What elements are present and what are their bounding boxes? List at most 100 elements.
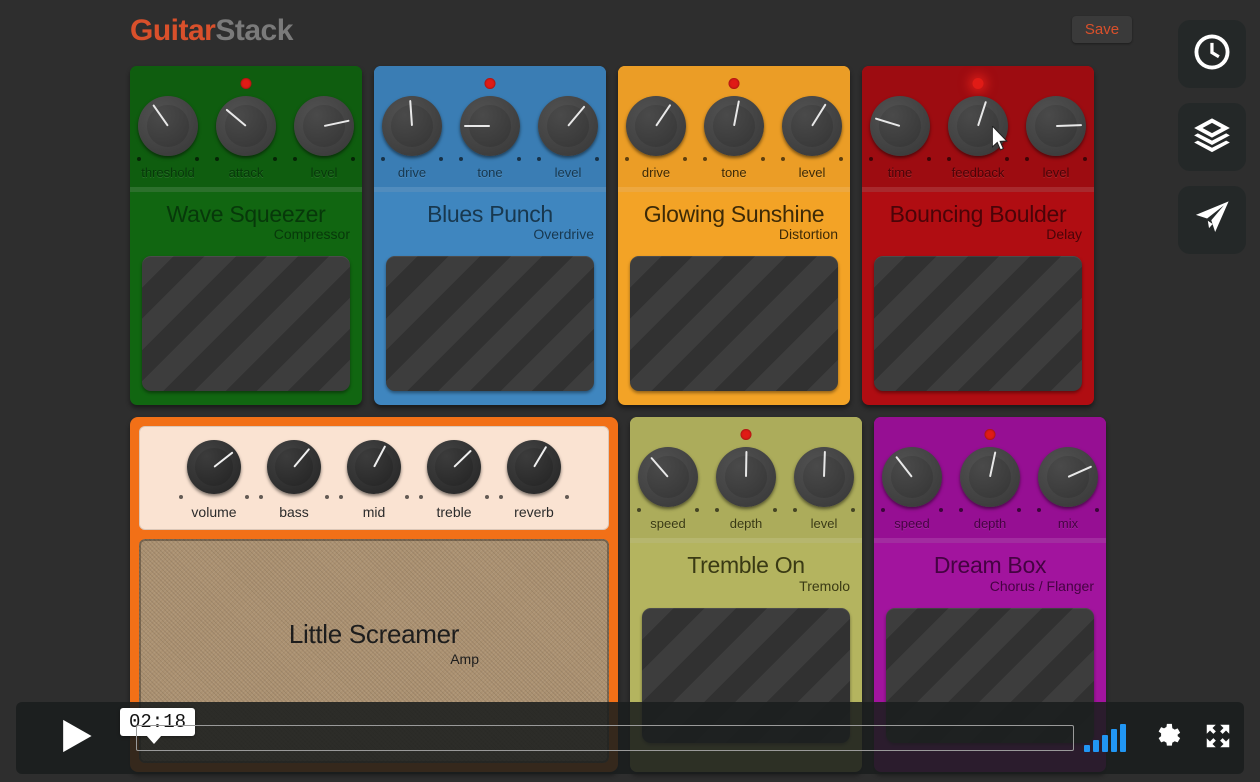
knob-dial[interactable] [427,440,481,494]
knob-depth[interactable]: depth [956,447,1024,531]
progress-scrubber[interactable]: 02:18 [136,702,1074,774]
save-button[interactable]: Save [1072,16,1132,43]
knob-bass[interactable]: bass [256,440,332,520]
pedal-glowing-sunshine[interactable]: drive tone level [618,66,850,405]
knob-label: depth [712,516,780,531]
history-button[interactable] [1178,20,1246,88]
knob-dial[interactable] [382,96,442,156]
knob-level[interactable]: level [778,96,846,180]
knob-depth[interactable]: depth [712,447,780,531]
knob-dial[interactable] [294,96,354,156]
pedal-bouncing-boulder[interactable]: time feedback level [862,66,1094,405]
knob-dial[interactable] [626,96,686,156]
share-button[interactable] [1178,186,1246,254]
fullscreen-icon [1203,721,1233,756]
volume-bar-3[interactable] [1102,735,1108,752]
knob-label: level [790,516,858,531]
knob-dial[interactable] [794,447,854,507]
pedal-body: Bouncing Boulder Delay [862,192,1094,405]
knob-row: speed depth level [630,429,862,531]
settings-button[interactable] [1140,702,1192,774]
knob-mix[interactable]: mix [1034,447,1102,531]
knob-range-dots [256,494,332,502]
volume-bar-1[interactable] [1084,745,1090,752]
knob-range-dots [456,156,524,164]
knob-mid[interactable]: mid [336,440,412,520]
gear-icon [1151,721,1181,756]
volume-control[interactable] [1084,724,1126,752]
knob-threshold[interactable]: threshold [134,96,202,180]
pedal-type: Overdrive [386,226,594,242]
knob-dial[interactable] [782,96,842,156]
knob-reverb[interactable]: reverb [496,440,572,520]
pedal-name: Tremble On [642,553,850,578]
pedal-blues-punch[interactable]: drive tone level [374,66,606,405]
knob-dial[interactable] [716,447,776,507]
pedal-wave-squeezer[interactable]: threshold attack level [130,66,362,405]
progress-track[interactable] [136,725,1074,751]
knob-row: threshold attack level [130,78,362,180]
knob-speed[interactable]: speed [878,447,946,531]
pedal-body: Wave Squeezer Compressor [130,192,362,405]
knob-dial[interactable] [187,440,241,494]
pedal-control-plate: threshold attack level [130,66,362,192]
pedal-name: Blues Punch [386,202,594,227]
volume-bar-2[interactable] [1093,740,1099,752]
knob-dial[interactable] [347,440,401,494]
knob-dial[interactable] [1038,447,1098,507]
pedal-type: Chorus / Flanger [886,578,1094,594]
knob-label: drive [622,165,690,180]
knob-dial[interactable] [216,96,276,156]
volume-bar-5[interactable] [1120,724,1126,752]
knob-dial[interactable] [507,440,561,494]
knob-tone[interactable]: tone [456,96,524,180]
knob-tone[interactable]: tone [700,96,768,180]
knob-dial[interactable] [960,447,1020,507]
layers-button[interactable] [1178,103,1246,171]
pedal-control-plate: drive tone level [374,66,606,192]
footswitch[interactable] [874,256,1082,391]
knob-level[interactable]: level [790,447,858,531]
knob-label: time [866,165,934,180]
knob-volume[interactable]: volume [176,440,252,520]
knob-dial[interactable] [704,96,764,156]
knob-range-dots [778,156,846,164]
knob-attack[interactable]: attack [212,96,280,180]
knob-drive[interactable]: drive [378,96,446,180]
guitar-stack-app: GuitarStack Save [0,0,1260,782]
knob-feedback[interactable]: feedback [944,96,1012,180]
knob-row: speed depth mix [874,429,1106,531]
pedalboard: threshold attack level [130,66,1138,782]
knob-time[interactable]: time [866,96,934,180]
pedal-name: Glowing Sunshine [630,202,838,227]
play-button[interactable] [16,702,136,774]
knob-dial[interactable] [538,96,598,156]
knob-range-dots [336,494,412,502]
pedal-body: Blues Punch Overdrive [374,192,606,405]
knob-dial[interactable] [138,96,198,156]
knob-treble[interactable]: treble [416,440,492,520]
knob-dial[interactable] [948,96,1008,156]
logo-secondary: Stack [215,14,293,47]
knob-dial[interactable] [460,96,520,156]
fullscreen-button[interactable] [1192,702,1244,774]
knob-level[interactable]: level [290,96,358,180]
pedal-type: Tremolo [642,578,850,594]
knob-level[interactable]: level [1022,96,1090,180]
knob-level[interactable]: level [534,96,602,180]
knob-speed[interactable]: speed [634,447,702,531]
footswitch[interactable] [630,256,838,391]
knob-dial[interactable] [1026,96,1086,156]
footswitch[interactable] [142,256,350,391]
play-icon [54,714,98,763]
pedal-name: Dream Box [886,553,1094,578]
volume-bar-4[interactable] [1111,729,1117,752]
led-indicator [729,78,740,89]
knob-dial[interactable] [638,447,698,507]
led-indicator [741,429,752,440]
knob-drive[interactable]: drive [622,96,690,180]
knob-dial[interactable] [267,440,321,494]
knob-dial[interactable] [870,96,930,156]
knob-dial[interactable] [882,447,942,507]
footswitch[interactable] [386,256,594,391]
